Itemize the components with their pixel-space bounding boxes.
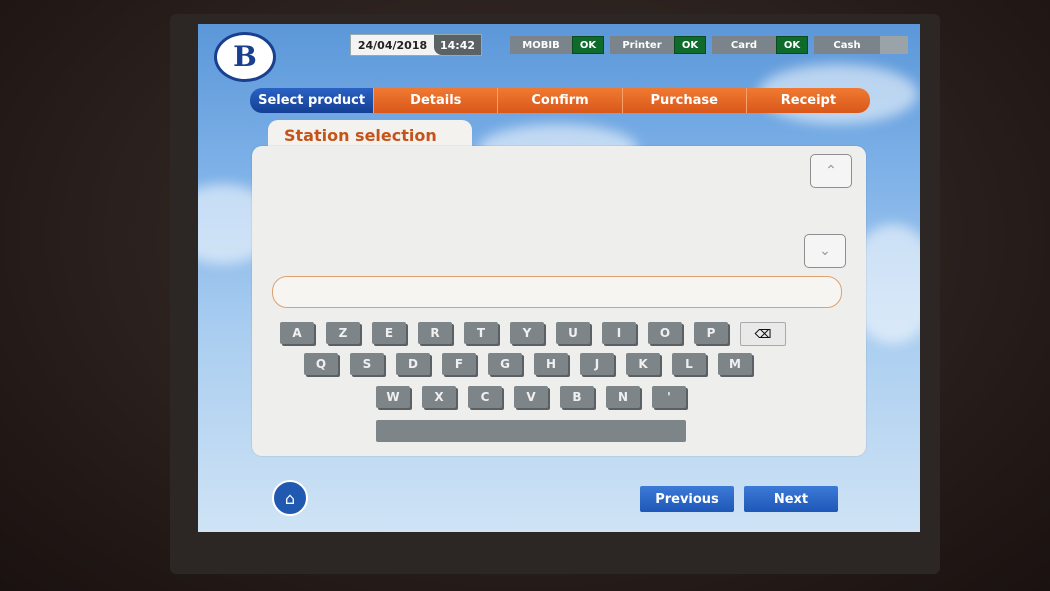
key-q[interactable]: Q (304, 353, 338, 375)
station-list[interactable] (252, 146, 866, 276)
backspace-icon: ⌫ (754, 327, 772, 341)
key-x[interactable]: X (422, 386, 456, 408)
step-receipt: Receipt (745, 88, 870, 113)
status-cash: Cash (814, 36, 908, 54)
space-key[interactable] (376, 420, 686, 442)
key-a[interactable]: A (280, 322, 314, 344)
key-o[interactable]: O (648, 322, 682, 344)
home-icon: ⌂ (284, 488, 296, 508)
key-p[interactable]: P (694, 322, 728, 344)
key-l[interactable]: L (672, 353, 706, 375)
next-button[interactable]: Next (744, 486, 838, 512)
key-i[interactable]: I (602, 322, 636, 344)
key-u[interactable]: U (556, 322, 590, 344)
scroll-up-button[interactable]: ⌃ (810, 154, 852, 188)
key-y[interactable]: Y (510, 322, 544, 344)
scroll-down-button[interactable]: ⌄ (804, 234, 846, 268)
status-printer: Printer OK (610, 36, 706, 54)
station-selection-panel: ⌃ ⌄ A Z E R T Y U I O P ⌫ Q S D F G H J … (252, 146, 866, 456)
key-b[interactable]: B (560, 386, 594, 408)
home-button[interactable]: ⌂ (272, 480, 308, 516)
status-label: Cash (814, 36, 880, 54)
key-e[interactable]: E (372, 322, 406, 344)
step-details: Details (373, 88, 498, 113)
key-n[interactable]: N (606, 386, 640, 408)
status-label: Printer (610, 36, 674, 54)
key-w[interactable]: W (376, 386, 410, 408)
step-purchase: Purchase (621, 88, 746, 113)
status-label: Card (712, 36, 776, 54)
step-confirm: Confirm (497, 88, 622, 113)
chevron-down-icon: ⌄ (819, 243, 831, 259)
chevron-up-icon: ⌃ (825, 163, 837, 179)
key-j[interactable]: J (580, 353, 614, 375)
time-text: 14:42 (433, 35, 481, 55)
key-k[interactable]: K (626, 353, 660, 375)
step-select-product: Select product (250, 88, 374, 113)
key-m[interactable]: M (718, 353, 752, 375)
step-progress: Select product Details Confirm Purchase … (250, 88, 870, 113)
key-h[interactable]: H (534, 353, 568, 375)
key-d[interactable]: D (396, 353, 430, 375)
key-r[interactable]: R (418, 322, 452, 344)
key-t[interactable]: T (464, 322, 498, 344)
status-ok: OK (572, 36, 604, 54)
sncb-logo: B (214, 32, 276, 82)
key-f[interactable]: F (442, 353, 476, 375)
status-ok: OK (674, 36, 706, 54)
status-empty (880, 36, 908, 54)
kiosk-screen: B 24/04/2018 14:42 MOBIB OK Printer OK C… (198, 24, 920, 532)
status-card: Card OK (712, 36, 808, 54)
keyboard-row-1: A Z E R T Y U I O P ⌫ (280, 322, 786, 346)
datetime-display: 24/04/2018 14:42 (350, 34, 482, 56)
status-label: MOBIB (510, 36, 572, 54)
key-s[interactable]: S (350, 353, 384, 375)
station-search-input[interactable] (272, 276, 842, 308)
status-mobib: MOBIB OK (510, 36, 604, 54)
keyboard-row-3: W X C V B N ' (376, 386, 686, 408)
key-v[interactable]: V (514, 386, 548, 408)
key-apostrophe[interactable]: ' (652, 386, 686, 408)
status-ok: OK (776, 36, 808, 54)
key-c[interactable]: C (468, 386, 502, 408)
previous-button[interactable]: Previous (640, 486, 734, 512)
keyboard-row-2: Q S D F G H J K L M (304, 353, 752, 375)
logo-letter: B (233, 40, 257, 73)
date-text: 24/04/2018 (357, 38, 428, 52)
key-z[interactable]: Z (326, 322, 360, 344)
backspace-key[interactable]: ⌫ (740, 322, 786, 346)
key-g[interactable]: G (488, 353, 522, 375)
